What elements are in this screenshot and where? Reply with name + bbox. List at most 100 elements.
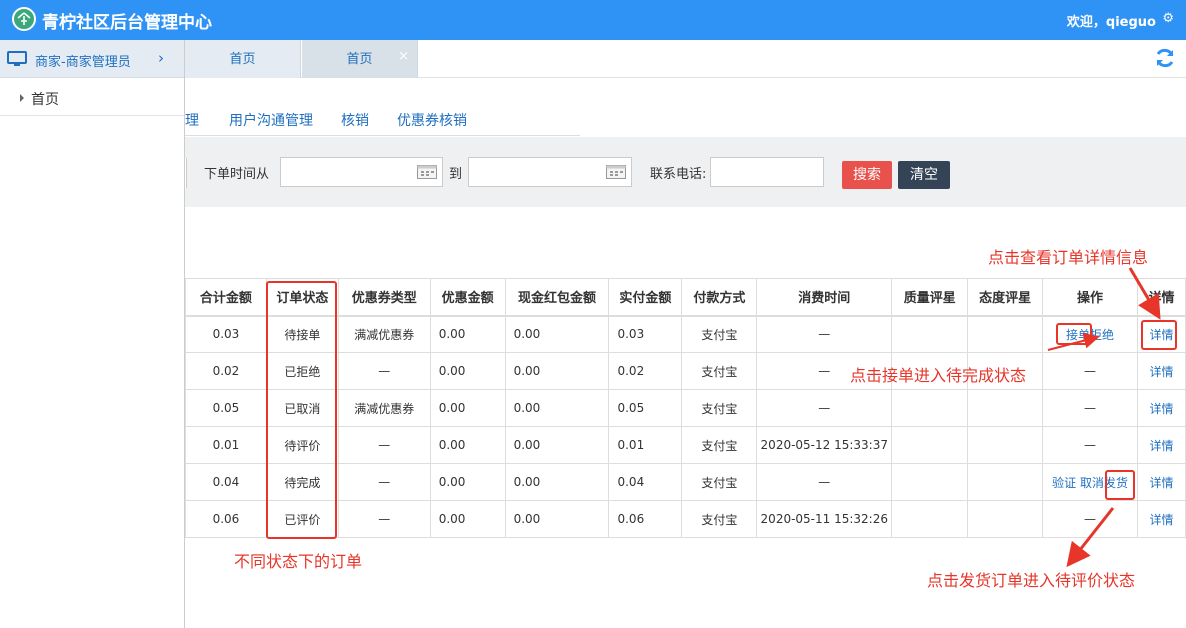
cell-time: 2020-05-12 15:33:37 (756, 426, 893, 464)
cell-paid: 0.04 (608, 463, 683, 501)
cell-red-packet: 0.00 (504, 315, 610, 353)
clear-button[interactable]: 清空 (898, 161, 950, 189)
phone-input[interactable] (710, 157, 824, 187)
cell-paid: 0.02 (608, 352, 683, 390)
cell-coupon-type: 满减优惠券 (337, 315, 431, 353)
cancel-link[interactable]: 取消 (1080, 476, 1104, 490)
col-discount: 优惠金额 (429, 278, 506, 317)
cell-attitude (967, 315, 1044, 353)
close-icon[interactable]: × (398, 37, 409, 77)
cell-red-packet: 0.00 (504, 500, 610, 538)
tab-home-2[interactable]: 首页 × (302, 40, 418, 78)
cell-pay-method: 支付宝 (681, 352, 758, 390)
status-annotation: 不同状态下的订单 (234, 552, 363, 571)
cell-discount: 0.00 (429, 352, 506, 390)
cell-ops: — (1042, 500, 1138, 538)
cell-detail: 详情 (1137, 426, 1186, 464)
cell-paid: 0.01 (608, 426, 683, 464)
cell-detail: 详情 (1137, 389, 1186, 427)
cell-total: 0.06 (185, 500, 267, 538)
sidebar-item-home[interactable]: 首页 (0, 80, 184, 116)
subtab-verify[interactable]: 核销 (341, 110, 369, 130)
welcome-text[interactable]: 欢迎，qieguo (1067, 11, 1156, 30)
order-time-from-label: 下单时间从 (204, 167, 270, 182)
cell-red-packet: 0.00 (504, 463, 610, 501)
detail-link[interactable]: 详情 (1149, 513, 1173, 527)
cell-quality (891, 389, 969, 427)
reject-link[interactable]: 拒绝 (1090, 328, 1114, 342)
cell-discount: 0.00 (429, 315, 506, 353)
cell-pay-method: 支付宝 (681, 500, 758, 538)
cell-coupon-type: — (337, 426, 431, 464)
app-title: 青柠社区后台管理中心 (42, 13, 212, 33)
cell-coupon-type: — (337, 463, 431, 501)
tab-label: 首页 (346, 52, 373, 67)
ship-highlight (1105, 470, 1135, 500)
calendar-icon[interactable] (417, 165, 437, 179)
cell-time: — (756, 315, 893, 353)
calendar-icon[interactable] (606, 165, 626, 179)
col-red-packet: 现金红包金额 (504, 278, 610, 317)
tab-bar: 首页 首页 × (185, 40, 1186, 78)
cell-attitude (967, 426, 1044, 464)
cell-total: 0.01 (185, 426, 267, 464)
search-button[interactable]: 搜索 (842, 161, 892, 189)
sub-tabs: 理 用户沟通管理 核销 优惠券核销 (185, 100, 580, 136)
tab-home-1[interactable]: 首页 (185, 40, 301, 78)
cell-paid: 0.06 (608, 500, 683, 538)
cell-time: — (756, 463, 893, 501)
filter-bar: 下单时间从 到 联系电话: 搜索 清空 (185, 137, 1186, 207)
cell-pay-method: 支付宝 (681, 389, 758, 427)
top-header: 青柠社区后台管理中心 欢迎，qieguo ⚙ (0, 0, 1186, 40)
cell-ops: — (1042, 389, 1138, 427)
sidebar: 商家-商家管理员 › 首页 (0, 40, 185, 628)
sidebar-group-label: 商家-商家管理员 (35, 55, 131, 70)
sidebar-group-header[interactable]: 商家-商家管理员 › (0, 40, 184, 78)
cell-quality (891, 315, 969, 353)
cell-total: 0.02 (185, 352, 267, 390)
cell-attitude (967, 500, 1044, 538)
verify-link[interactable]: 验证 (1052, 476, 1076, 490)
cell-time: 2020-05-11 15:32:26 (756, 500, 893, 538)
cell-pay-method: 支付宝 (681, 315, 758, 353)
detail-annotation: 点击查看订单详情信息 (988, 248, 1149, 267)
cell-quality (891, 426, 969, 464)
col-detail: 详情 (1137, 278, 1186, 317)
col-total: 合计金额 (185, 278, 267, 317)
monitor-icon (7, 51, 27, 66)
cell-detail: 详情 (1137, 500, 1186, 538)
input-edge (185, 158, 187, 188)
col-time: 消费时间 (756, 278, 893, 317)
cell-coupon-type: — (337, 500, 431, 538)
chevron-right-icon[interactable]: › (158, 49, 164, 67)
col-pay-method: 付款方式 (681, 278, 758, 317)
refresh-icon[interactable] (1154, 47, 1176, 69)
detail-link[interactable]: 详情 (1149, 439, 1173, 453)
subtab-coupon-verify[interactable]: 优惠券核销 (397, 110, 467, 130)
logo-icon (12, 7, 36, 31)
cell-total: 0.04 (185, 463, 267, 501)
gear-icon[interactable]: ⚙ (1162, 11, 1174, 26)
detail-link[interactable]: 详情 (1149, 476, 1173, 490)
cell-paid: 0.03 (608, 315, 683, 353)
cell-time: — (756, 389, 893, 427)
col-coupon-type: 优惠券类型 (337, 278, 431, 317)
sidebar-item-label: 首页 (31, 92, 59, 108)
cell-total: 0.05 (185, 389, 267, 427)
cell-pay-method: 支付宝 (681, 426, 758, 464)
subtab-user-communication[interactable]: 用户沟通管理 (229, 110, 313, 130)
cell-discount: 0.00 (429, 389, 506, 427)
cell-detail: 详情 (1137, 352, 1186, 390)
detail-link[interactable]: 详情 (1149, 365, 1173, 379)
col-ops: 操作 (1042, 278, 1138, 317)
caret-right-icon (20, 94, 24, 102)
cell-discount: 0.00 (429, 500, 506, 538)
cell-discount: 0.00 (429, 426, 506, 464)
cell-attitude (967, 389, 1044, 427)
status-column-highlight (266, 281, 337, 539)
detail-highlight (1141, 320, 1177, 350)
accept-highlight (1056, 323, 1092, 345)
cell-total: 0.03 (185, 315, 267, 353)
detail-link[interactable]: 详情 (1149, 402, 1173, 416)
subtab-partial[interactable]: 理 (185, 110, 199, 130)
